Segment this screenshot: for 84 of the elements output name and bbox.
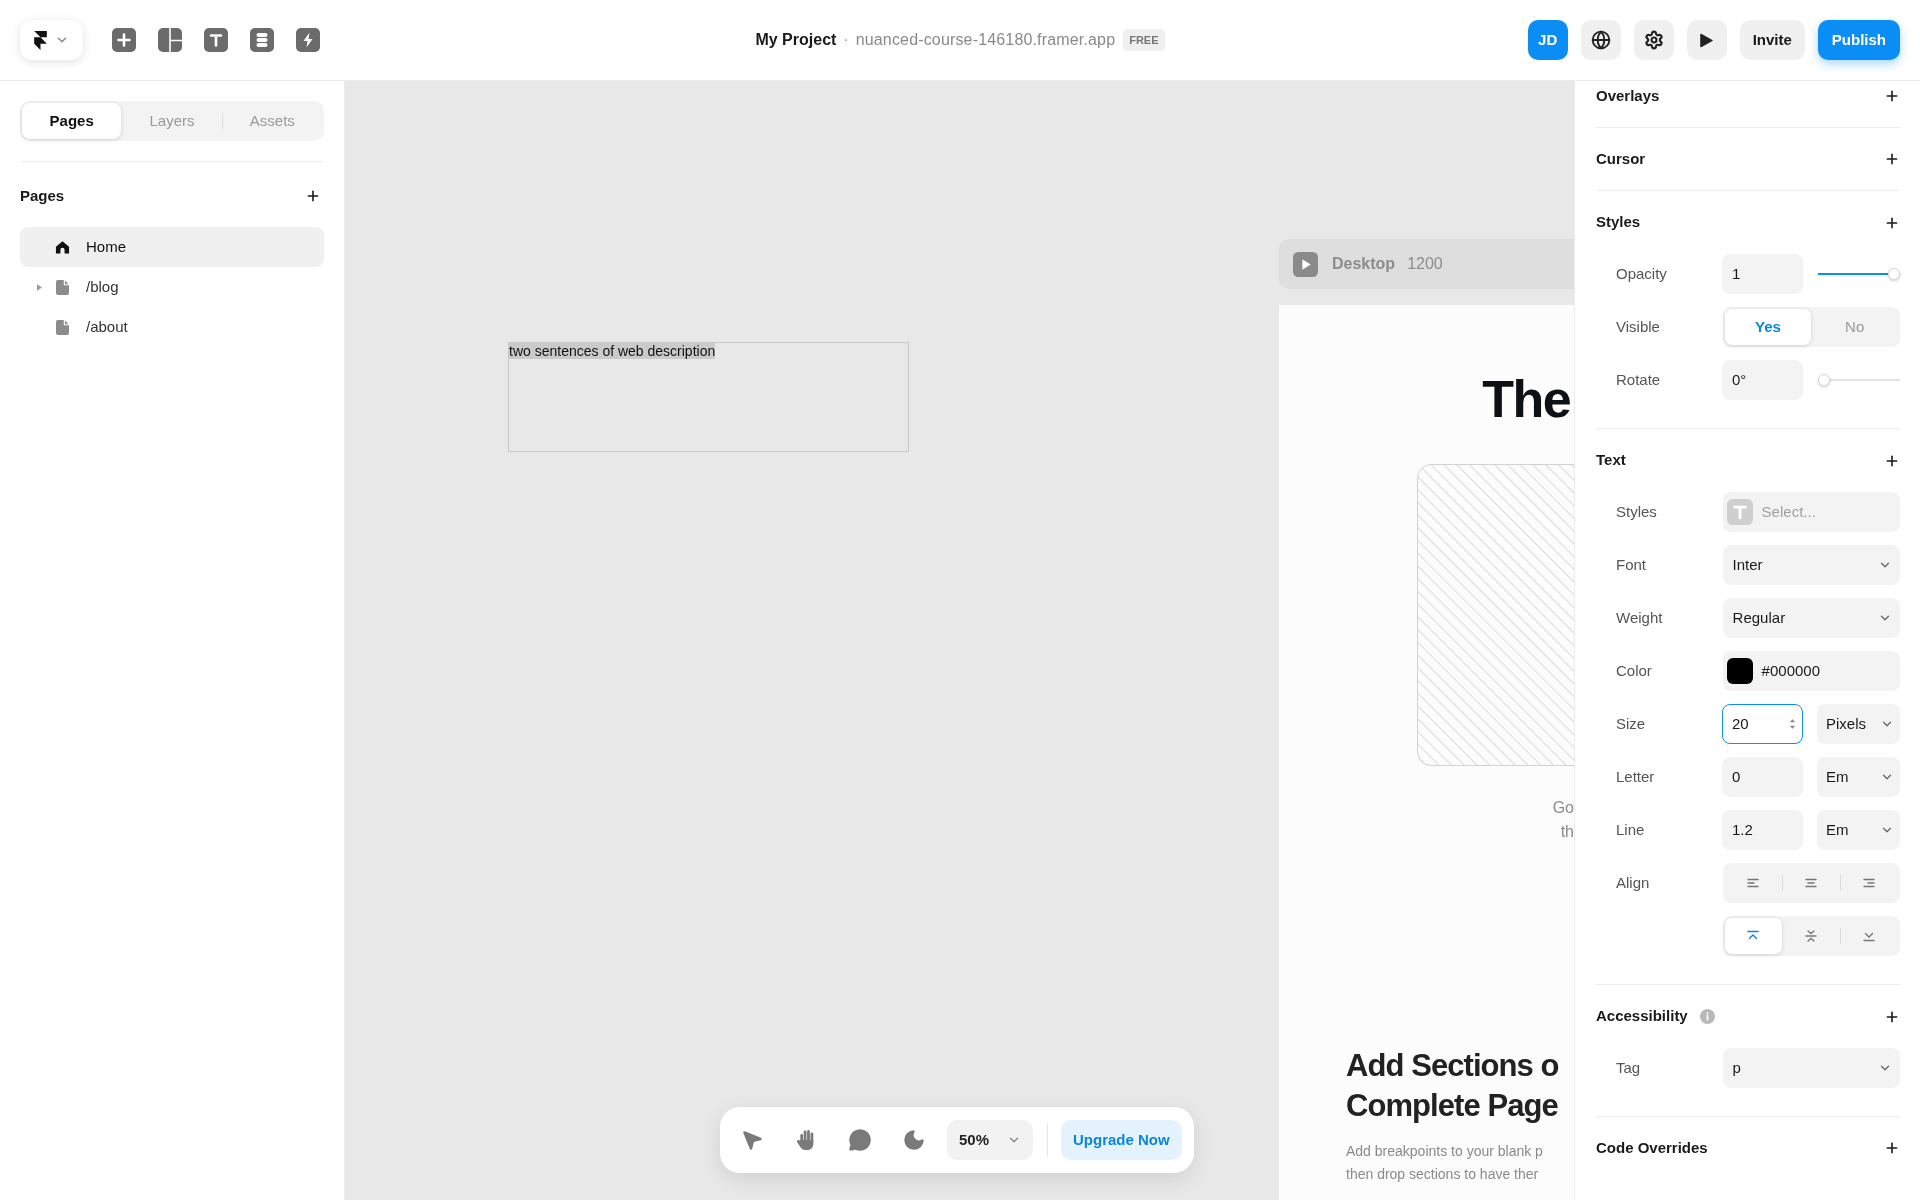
property-label: Visible: [1616, 318, 1660, 335]
add-icon[interactable]: [1884, 151, 1900, 167]
add-page-icon[interactable]: [305, 188, 321, 204]
text-icon[interactable]: [204, 28, 228, 52]
property-label: Styles: [1616, 503, 1657, 520]
canvas-text: two sentences of web description: [509, 343, 716, 359]
home-icon: [54, 239, 70, 255]
unit-select[interactable]: Em: [1817, 757, 1900, 797]
settings-icon: [1643, 30, 1664, 50]
sidebar-tab[interactable]: Pages: [22, 103, 122, 139]
text-frame[interactable]: two sentences of web description: [508, 342, 909, 452]
align-middle-icon: [1804, 929, 1819, 943]
zoom-select[interactable]: 50%: [947, 1120, 1033, 1160]
layout-icon[interactable]: [158, 28, 182, 52]
section-title: Styles: [1596, 212, 1641, 233]
section-body-text: Add breakpoints to your blank p then drop sections to have ther: [1346, 1142, 1544, 1184]
align-left-icon: [1746, 876, 1761, 890]
property-label: Line: [1616, 821, 1645, 838]
dropdown-select[interactable]: p: [1722, 1048, 1900, 1088]
number-field[interactable]: 20: [1722, 704, 1803, 744]
section-title: Code Overrides: [1596, 1137, 1708, 1158]
file-icon: [55, 319, 69, 335]
color-swatch-icon: [1726, 658, 1753, 684]
page-item[interactable]: /about: [20, 307, 324, 347]
plus-icon[interactable]: [112, 28, 136, 52]
number-field[interactable]: 0°: [1722, 360, 1803, 400]
bolt-icon[interactable]: [296, 28, 320, 52]
slider-thumb[interactable]: [1888, 268, 1900, 280]
play-icon[interactable]: [1293, 251, 1318, 277]
add-icon[interactable]: [1884, 88, 1900, 104]
globe-button[interactable]: [1580, 20, 1621, 60]
toggle-option[interactable]: Yes: [1724, 309, 1812, 345]
property-label: Color: [1616, 662, 1652, 679]
color-field[interactable]: #000000: [1722, 651, 1900, 691]
globe-icon: [1590, 30, 1611, 50]
add-icon[interactable]: [1884, 1140, 1900, 1156]
number-field[interactable]: 1.2: [1722, 810, 1803, 850]
property-label: Rotate: [1616, 371, 1661, 388]
speech-bubble-icon[interactable]: [848, 1128, 872, 1152]
number-field[interactable]: 0: [1722, 757, 1803, 797]
unit-select[interactable]: Pixels: [1817, 704, 1900, 744]
project-name: My Project: [755, 30, 837, 50]
framer-logo-icon: [34, 30, 47, 50]
property-label: Letter: [1616, 768, 1655, 785]
file-icon: [55, 279, 69, 295]
unit-select[interactable]: Em: [1817, 810, 1900, 850]
settings-button[interactable]: [1633, 20, 1674, 60]
database-icon[interactable]: [250, 28, 274, 52]
align-center-icon: [1804, 876, 1819, 890]
section-title: Pages: [20, 185, 65, 206]
frame-name: Desktop: [1332, 254, 1396, 274]
property-label: Align: [1616, 874, 1650, 891]
page-heading: The: [1482, 373, 1571, 425]
stepper-icon[interactable]: [1789, 717, 1796, 731]
project-domain: nuanced-course-146180.framer.app: [855, 30, 1116, 50]
moon-icon[interactable]: [902, 1128, 926, 1152]
slider-thumb[interactable]: [1818, 374, 1830, 386]
section-title: Overlays: [1596, 85, 1660, 106]
section-title: Cursor: [1596, 148, 1646, 169]
title-separator: ·: [843, 30, 849, 50]
caret-right-icon[interactable]: [36, 283, 42, 291]
frame-width: 1200: [1407, 254, 1443, 274]
page-item[interactable]: Home: [20, 227, 324, 267]
pointer-icon[interactable]: [740, 1128, 764, 1152]
dropdown-select[interactable]: Inter: [1722, 545, 1900, 585]
plan-label: FREE: [1123, 29, 1165, 51]
section-heading: Add Sections o Complete Page: [1346, 1047, 1560, 1125]
dropdown-select[interactable]: Regular: [1722, 598, 1900, 638]
play-icon: [1700, 32, 1714, 48]
section-title: Accessibility: [1596, 1006, 1688, 1027]
page-item[interactable]: /blog: [20, 267, 324, 307]
caption-text: Go th: [1552, 798, 1574, 842]
logo-menu-button[interactable]: [20, 20, 83, 60]
property-label: Opacity: [1616, 265, 1667, 282]
text-style-icon: [1726, 499, 1753, 525]
property-label: Tag: [1616, 1059, 1641, 1076]
property-label: Weight: [1616, 609, 1663, 626]
invite-button[interactable]: Invite: [1739, 20, 1805, 60]
align-right-icon: [1862, 876, 1877, 890]
section-title: Text: [1596, 450, 1626, 471]
number-field[interactable]: 1: [1722, 254, 1803, 294]
property-label: Size: [1616, 715, 1646, 732]
play-button[interactable]: [1686, 20, 1727, 60]
property-label: Font: [1616, 556, 1646, 573]
